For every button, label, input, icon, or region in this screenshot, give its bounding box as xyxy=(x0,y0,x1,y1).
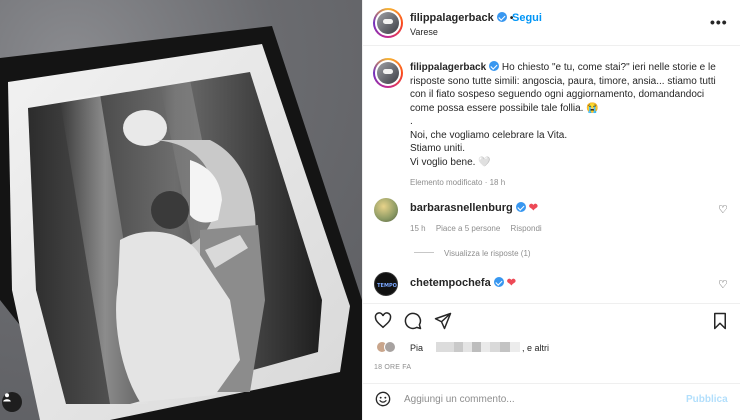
comment-bubble-icon[interactable] xyxy=(404,312,422,335)
heart-emoji: ❤ xyxy=(528,202,538,214)
save-bookmark-icon[interactable] xyxy=(712,312,728,335)
svg-text:TEMPO: TEMPO xyxy=(377,283,397,289)
author-username-text[interactable]: filippalagerback xyxy=(410,12,494,24)
tagged-users-icon[interactable] xyxy=(2,392,22,412)
caption-line: Stiamo uniti. xyxy=(410,143,466,154)
verified-badge-icon xyxy=(489,61,500,71)
blurred-name xyxy=(435,342,454,352)
likes-suffix: , e altri xyxy=(522,343,550,353)
blurred-name xyxy=(453,342,490,352)
comment-username-text[interactable]: chetempochefa xyxy=(410,277,491,289)
comment-username[interactable]: barbarasnellenburg ❤ xyxy=(410,201,538,214)
comment-username-text[interactable]: barbarasnellenburg xyxy=(410,202,513,214)
likes-prefix: Pia xyxy=(410,343,424,353)
comment-likes[interactable]: Piace a 5 persone xyxy=(436,224,501,233)
caption-line: Noi, che vogliamo celebrare la Vita. xyxy=(410,129,568,141)
liker-avatars[interactable] xyxy=(376,341,406,353)
author-avatar[interactable] xyxy=(373,8,403,38)
reply-button[interactable]: Rispondi xyxy=(511,224,542,233)
comment-time: 15 h xyxy=(410,224,426,233)
verified-badge-icon xyxy=(515,202,526,212)
author-username[interactable]: filippalagerback • xyxy=(410,12,513,24)
verified-badge-icon xyxy=(493,277,504,287)
caption-author-avatar[interactable] xyxy=(373,58,403,88)
view-replies-label[interactable]: Visualizza le risposte (1) xyxy=(444,249,531,258)
view-replies-button[interactable]: Visualizza le risposte (1) xyxy=(414,249,531,258)
emoji-picker-icon[interactable] xyxy=(375,391,391,412)
comment-meta: 15 h Piace a 5 persone Rispondi xyxy=(410,224,542,233)
like-heart-icon[interactable] xyxy=(374,312,392,334)
caption-line: Vi voglio bene. 🤍 xyxy=(410,156,491,168)
share-paper-plane-icon[interactable] xyxy=(434,312,452,335)
commenter-avatar[interactable] xyxy=(374,198,398,222)
more-options-icon[interactable]: ••• xyxy=(710,14,728,30)
likes-summary[interactable]: Pia , e altri xyxy=(410,342,549,353)
commenter-avatar[interactable]: TEMPO xyxy=(374,272,398,296)
publish-button[interactable]: Pubblica xyxy=(686,394,728,405)
blurred-name xyxy=(489,342,520,352)
caption-username[interactable]: filippalagerback xyxy=(410,62,486,73)
post-caption: filippalagerback Ho chiesto "e tu, come … xyxy=(410,61,730,190)
caption-meta: Elemento modificato · 18 h xyxy=(410,178,506,187)
comment-like-icon[interactable]: ♡ xyxy=(718,278,728,291)
instagram-post: filippalagerback • Segui Varese ••• fili… xyxy=(0,0,740,420)
heart-emoji: ❤ xyxy=(506,277,516,289)
comment-username[interactable]: chetempochefa ❤ xyxy=(410,276,516,289)
comment-input[interactable]: Aggiungi un commento... xyxy=(404,394,515,405)
caption-dot-line: . xyxy=(410,116,413,127)
post-location[interactable]: Varese xyxy=(410,27,438,37)
verified-badge-icon xyxy=(496,12,507,22)
framed-photograph xyxy=(0,26,362,420)
post-time-ago[interactable]: 18 ORE FA xyxy=(374,364,411,371)
comment-like-icon[interactable]: ♡ xyxy=(718,203,728,216)
follow-button[interactable]: Segui xyxy=(512,12,542,24)
post-photo[interactable] xyxy=(0,0,362,420)
